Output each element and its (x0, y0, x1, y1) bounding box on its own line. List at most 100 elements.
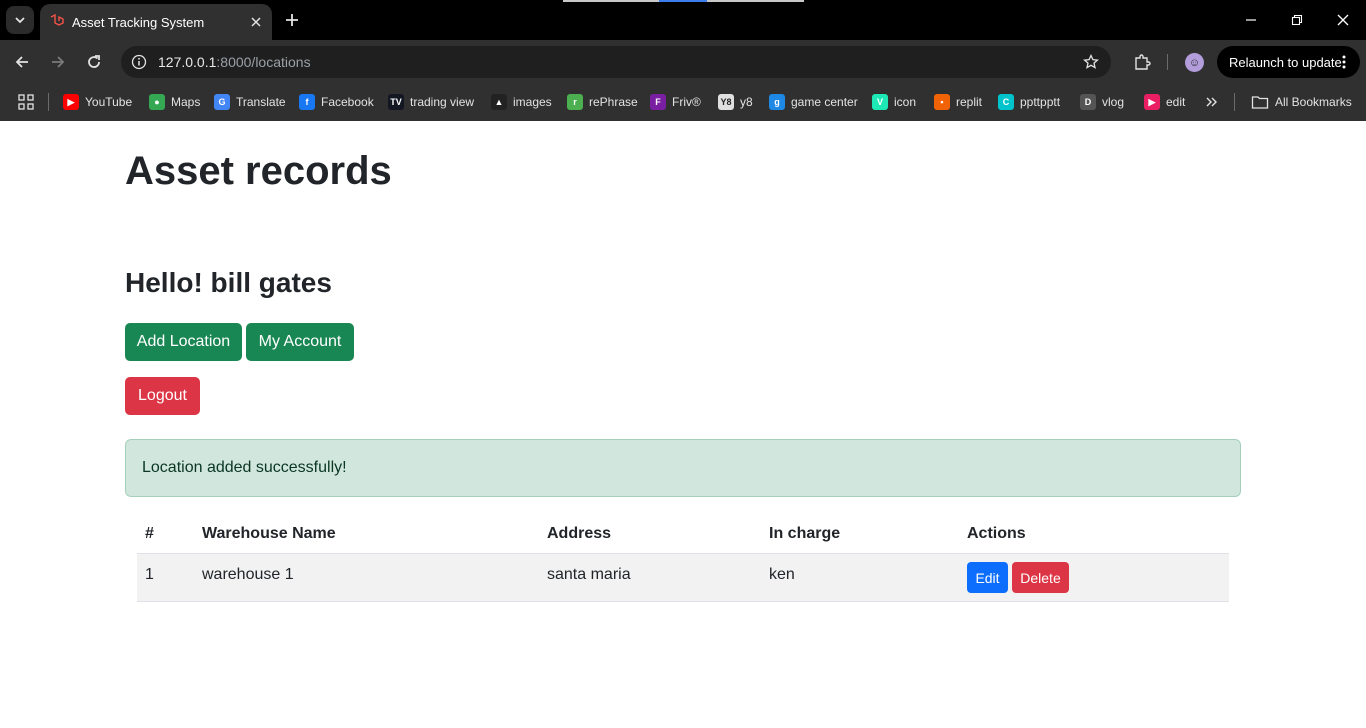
youtube-icon: ▶ (63, 94, 79, 110)
bookmark-label: icon (894, 95, 917, 109)
alert-message: Location added successfully! (142, 459, 347, 476)
restore-icon (1291, 14, 1303, 26)
cell-in-charge: ken (769, 566, 795, 583)
column-header-address: Address (547, 525, 612, 542)
user-greeting: Hello! bill gates (125, 267, 332, 298)
rephrase-icon: r (567, 94, 583, 110)
bookmark-item[interactable]: ▶ edit (1144, 90, 1185, 114)
game-center-icon: g (769, 94, 785, 110)
bookmark-item[interactable]: r rePhrase (567, 90, 638, 114)
cell-number: 1 (145, 566, 154, 583)
browser-titlebar: Asset Tracking System (0, 0, 1366, 40)
edit-button[interactable]: Edit (967, 562, 1008, 593)
bookmark-label: edit (1166, 95, 1186, 109)
minimize-button[interactable] (1237, 6, 1265, 34)
all-bookmarks-folder[interactable]: All Bookmarks (1251, 90, 1352, 114)
y8-icon: Y8 (718, 94, 734, 110)
all-bookmarks-label: All Bookmarks (1275, 95, 1352, 109)
bookmark-star-icon[interactable] (1079, 50, 1103, 74)
bookmark-label: Maps (171, 95, 201, 109)
puzzle-icon (1135, 54, 1151, 70)
table-header-row: # Warehouse Name Address In charge Actio… (137, 518, 1229, 554)
bookmark-item[interactable]: Y8 y8 (718, 90, 753, 114)
bookmark-item[interactable]: F Friv® (650, 90, 701, 114)
plus-icon (286, 14, 298, 26)
close-tab-icon[interactable] (244, 10, 268, 34)
reload-button[interactable] (80, 48, 108, 76)
more-vert-icon (1342, 55, 1346, 69)
site-info-icon[interactable] (123, 46, 155, 78)
success-alert: Location added successfully! (125, 439, 1241, 497)
cell-warehouse-name: warehouse 1 (202, 566, 294, 583)
friv-icon: F (650, 94, 666, 110)
vlog-icon: D (1080, 94, 1096, 110)
relaunch-to-update-button[interactable]: Relaunch to update (1217, 46, 1360, 78)
browser-tab-active[interactable]: Asset Tracking System (40, 4, 272, 40)
bookmark-label: y8 (740, 95, 753, 109)
bookmark-label: images (513, 95, 552, 109)
forward-button[interactable] (44, 48, 72, 76)
profile-avatar-icon[interactable]: ☺ (1185, 53, 1204, 72)
tab-search-button[interactable] (6, 6, 34, 34)
arrow-right-icon (52, 56, 65, 68)
column-header-warehouse-name: Warehouse Name (202, 525, 336, 542)
toolbar-divider (1167, 54, 1168, 70)
add-location-button[interactable]: Add Location (125, 323, 242, 361)
logout-button[interactable]: Logout (125, 377, 200, 415)
chevron-down-icon (15, 17, 25, 24)
bookmark-label: trading view (410, 95, 475, 109)
minimize-icon (1246, 19, 1256, 21)
laravel-icon (48, 13, 66, 31)
new-tab-button[interactable] (280, 8, 304, 32)
bookmark-item[interactable]: Cppttpptt (998, 90, 1060, 114)
bookmark-item[interactable]: Vicon (872, 90, 916, 114)
vuetify-icon: V (872, 94, 888, 110)
close-window-button[interactable] (1329, 6, 1357, 34)
bookmark-label: Friv® (672, 95, 701, 109)
address-bar[interactable]: 127.0.0.1:8000/locations (121, 46, 1111, 78)
column-header-in-charge: In charge (769, 525, 841, 542)
bookmark-item[interactable]: G Translate (214, 90, 286, 114)
column-header-number: # (145, 525, 154, 542)
restore-button[interactable] (1283, 6, 1311, 34)
bookmark-label: YouTube (85, 95, 133, 109)
bookmark-item[interactable]: g game center (769, 90, 858, 114)
bookmark-label: Facebook (321, 95, 374, 109)
folder-icon (1251, 96, 1269, 109)
locations-table: # Warehouse Name Address In charge Actio… (137, 518, 1229, 602)
cell-address: santa maria (547, 566, 631, 583)
bookmark-item[interactable]: ● Maps (149, 90, 200, 114)
delete-button[interactable]: Delete (1012, 562, 1069, 593)
maps-icon: ● (149, 94, 165, 110)
bookmark-item[interactable]: ▶ YouTube (63, 90, 132, 114)
url-host: 127.0.0.1 (158, 54, 217, 70)
bookmark-label: game center (791, 95, 858, 109)
edit-play-icon: ▶ (1144, 94, 1160, 110)
column-header-actions: Actions (967, 525, 1026, 542)
apps-grid-icon[interactable] (16, 92, 36, 112)
bookmarks-bar: ▶ YouTube ● Maps G Translate f Facebook TV tradin… (0, 84, 1366, 121)
bookmark-item[interactable]: f Facebook (299, 90, 374, 114)
bookmark-item[interactable]: ▪ replit (934, 90, 982, 114)
back-button[interactable] (8, 48, 36, 76)
page-title: Asset records (125, 149, 392, 193)
extensions-button[interactable] (1129, 48, 1155, 76)
bookmarks-divider-right (1234, 93, 1235, 111)
arrow-left-icon (15, 56, 28, 68)
bookmark-item[interactable]: ▲ images (491, 90, 552, 114)
canva-icon: C (998, 94, 1014, 110)
my-account-button[interactable]: My Account (246, 323, 354, 361)
replit-icon: ▪ (934, 94, 950, 110)
bookmark-label: rePhrase (589, 95, 638, 109)
facebook-icon: f (299, 94, 315, 110)
bookmark-item[interactable]: Dvlog (1080, 90, 1124, 114)
page-content: Asset records Hello! bill gates Add Loca… (0, 121, 1366, 728)
bookmark-label: vlog (1102, 95, 1125, 109)
table-row: 1 warehouse 1 santa maria ken Edit Delet… (137, 554, 1229, 602)
bookmark-item[interactable]: TV trading view (388, 90, 474, 114)
url-path: :8000/locations (216, 54, 311, 70)
more-bookmarks-chevron-icon[interactable] (1202, 92, 1222, 112)
window-drag-indicator-accent (659, 0, 707, 2)
reload-icon (88, 55, 100, 68)
images-icon: ▲ (491, 94, 507, 110)
